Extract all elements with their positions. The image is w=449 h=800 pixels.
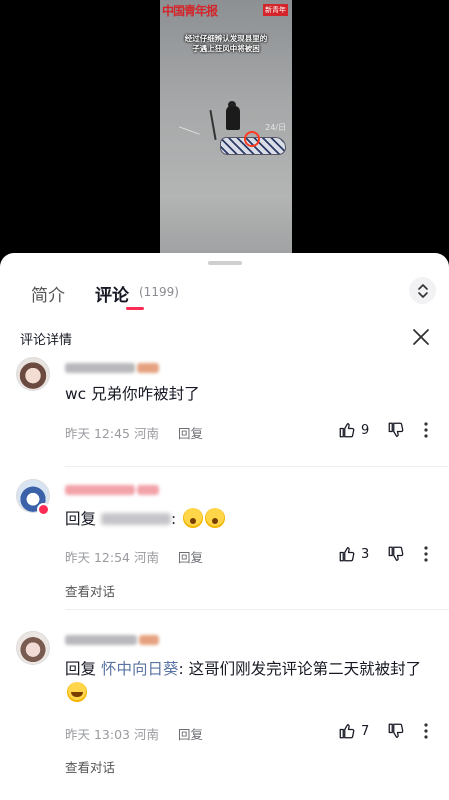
view-thread-link[interactable]: 查看对话 [65,757,115,776]
reply-prefix: 回复 [65,510,97,528]
tab-active-indicator [126,307,144,310]
comment-time: 昨天 12:45 [65,426,130,441]
video-caption-line: 经过仔细辨认发现县里的 [184,34,268,43]
comment-location: 河南 [134,426,160,441]
comment-item: 回复 : 昨天 12:54 河南 回复 3 查看对话 [0,475,449,625]
like-button[interactable]: 9 [338,421,369,439]
like-button[interactable]: 7 [338,722,369,740]
view-thread-link[interactable]: 查看对话 [65,581,115,600]
avatar[interactable] [16,631,50,665]
video-badge: 新青年 [263,4,288,16]
thumb-down-icon [388,422,404,437]
divider [65,466,449,467]
video-watermark: 24/日 [265,123,286,132]
thumb-down-icon [388,723,404,738]
close-icon [413,329,429,345]
comment-text: wc 兄弟你咋被封了 [65,385,200,403]
dislike-button[interactable] [387,722,405,740]
comment-text: 回复 怀中向日葵: 这哥们刚发完评论第二天就被封了 [65,657,435,705]
dislike-button[interactable] [387,545,405,563]
more-vertical-icon [424,546,428,562]
reply-target[interactable]: 怀中向日葵 [101,660,179,678]
avatar[interactable] [16,357,50,391]
comment-item: wc 兄弟你咋被封了 昨天 12:45 河南 回复 9 [0,353,449,473]
thumb-up-icon [339,547,355,562]
laughing-emoji-icon [67,682,87,702]
expand-button[interactable] [409,277,436,304]
like-button[interactable]: 3 [338,545,369,563]
comment-detail-header: 评论详情 [0,323,449,353]
reply-button[interactable]: 回复 [178,547,203,566]
video-caption: 经过仔细辨认发现县里的 子遇上狂风中将被困 [162,34,290,54]
close-button[interactable] [409,325,433,349]
username-blurred[interactable] [65,361,159,375]
like-count: 9 [361,422,370,438]
ice-crack [178,126,200,137]
emoji-icon [205,508,226,528]
more-button[interactable] [419,421,433,439]
emoji-icon [183,508,204,528]
comment-item: 回复 怀中向日葵: 这哥们刚发完评论第二天就被封了 昨天 13:03 河南 回复… [0,627,449,797]
reply-body: : 这哥们刚发完评论第二天就被封了 [178,660,422,678]
highlight-ring [244,131,260,147]
tab-intro[interactable]: 简介 [31,281,65,306]
like-count: 7 [361,723,370,739]
comment-meta: 昨天 13:03 河南 [65,724,160,742]
more-button[interactable] [419,722,433,740]
swan-boat [220,131,288,155]
thumb-up-icon [339,724,355,739]
comments-sheet: 简介 评论 (1199) 评论详情 wc 兄弟你咋被封了 昨天 12:45 河南… [0,253,449,800]
video-player[interactable]: 中国青年报 新青年 经过仔细辨认发现县里的 子遇上狂风中将被困 24/日 [0,0,449,262]
video-frame[interactable]: 中国青年报 新青年 经过仔细辨认发现县里的 子遇上狂风中将被困 24/日 [160,0,292,262]
drag-handle[interactable] [208,261,242,265]
thumb-down-icon [388,546,404,561]
reply-target-blurred[interactable] [100,513,171,525]
more-vertical-icon [424,422,428,438]
comment-meta: 昨天 12:45 河南 [65,423,160,441]
tab-bar: 简介 评论 (1199) [0,277,449,317]
like-count: 3 [361,546,370,562]
avatar-badge [37,503,50,516]
more-vertical-icon [424,723,428,739]
more-button[interactable] [419,545,433,563]
comment-text: 回复 : [65,507,435,531]
comment-time: 昨天 13:03 [65,727,130,742]
divider [65,609,449,610]
comment-time: 昨天 12:54 [65,550,130,565]
thumb-up-icon [339,423,355,438]
tab-comments[interactable]: 评论 [95,281,129,306]
comment-meta: 昨天 12:54 河南 [65,547,160,565]
video-caption-line: 子遇上狂风中将被困 [192,44,260,53]
video-logo: 中国青年报 [162,4,218,18]
comment-location: 河南 [134,550,160,565]
username-blurred[interactable] [65,483,159,497]
reply-prefix: 回复 [65,660,97,678]
comments-count: (1199) [139,285,179,299]
dislike-button[interactable] [387,421,405,439]
chevron-up-down-icon [417,283,428,298]
pole [209,110,217,140]
username-blurred[interactable] [65,633,159,647]
person-figure [226,106,240,130]
reply-colon: : [170,510,177,528]
comment-location: 河南 [134,727,160,742]
detail-title: 评论详情 [20,333,73,348]
reply-button[interactable]: 回复 [178,724,203,743]
reply-button[interactable]: 回复 [178,423,203,442]
